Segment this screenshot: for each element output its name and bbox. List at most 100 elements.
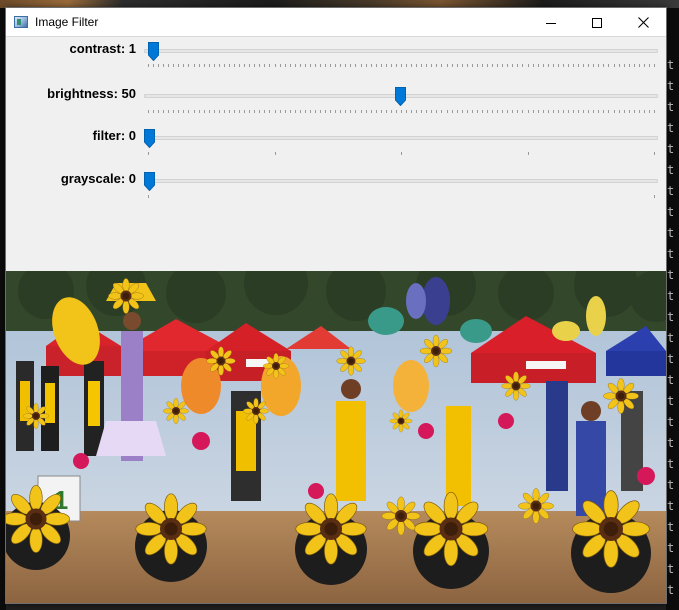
slider-tick — [396, 110, 397, 113]
slider-tick — [148, 110, 149, 113]
slider-tick — [214, 110, 215, 113]
slider-tick — [280, 64, 281, 67]
slider-tick — [447, 110, 448, 113]
slider-tick — [386, 64, 387, 67]
slider-tick — [528, 110, 529, 113]
slider-tick — [345, 110, 346, 113]
slider-tick — [482, 110, 483, 113]
slider-tick — [244, 64, 245, 67]
background-terminal-char: t — [667, 520, 675, 534]
slider-tick — [295, 110, 296, 113]
slider-tick — [619, 64, 620, 67]
background-terminal-char: t — [667, 121, 675, 135]
slider-tick — [452, 110, 453, 113]
filter-slider-ticks — [148, 152, 655, 156]
slider-tick — [568, 64, 569, 67]
slider-tick — [148, 64, 149, 67]
slider-tick — [654, 152, 655, 155]
slider-tick — [462, 64, 463, 67]
slider-tick — [401, 110, 402, 113]
contrast-slider-thumb[interactable] — [148, 42, 159, 61]
slider-tick — [598, 64, 599, 67]
minimize-button[interactable] — [528, 8, 574, 37]
slider-tick — [249, 64, 250, 67]
slider-tick — [593, 110, 594, 113]
background-terminal-char: t — [667, 289, 675, 303]
slider-tick — [512, 64, 513, 67]
slider-tick — [178, 110, 179, 113]
slider-tick — [416, 64, 417, 67]
slider-tick — [361, 64, 362, 67]
close-button[interactable] — [620, 8, 666, 37]
slider-tick — [543, 110, 544, 113]
slider-tick — [553, 64, 554, 67]
slider-tick — [472, 110, 473, 113]
slider-tick — [548, 110, 549, 113]
slider-tick — [183, 110, 184, 113]
contrast-slider-ticks — [148, 64, 655, 68]
slider-tick — [350, 64, 351, 67]
slider-tick — [163, 64, 164, 67]
slider-tick — [578, 110, 579, 113]
slider-tick — [158, 110, 159, 113]
brightness-slider-ticks — [148, 110, 655, 114]
slider-tick — [654, 64, 655, 67]
slider-tick — [447, 64, 448, 67]
slider-tick — [639, 110, 640, 113]
slider-tick — [361, 110, 362, 113]
slider-tick — [310, 110, 311, 113]
slider-tick — [300, 64, 301, 67]
background-terminal-char: t — [667, 58, 675, 72]
slider-tick — [325, 110, 326, 113]
slider-tick — [345, 64, 346, 67]
slider-tick — [467, 110, 468, 113]
slider-tick — [452, 64, 453, 67]
slider-tick — [249, 110, 250, 113]
slider-tick — [371, 110, 372, 113]
slider-tick — [264, 64, 265, 67]
slider-tick — [487, 110, 488, 113]
slider-tick — [391, 64, 392, 67]
contrast-label: contrast: 1 — [69, 41, 136, 56]
slider-tick — [335, 64, 336, 67]
slider-tick — [406, 110, 407, 113]
slider-tick — [183, 64, 184, 67]
slider-tick — [269, 64, 270, 67]
brightness-slider-thumb[interactable] — [395, 87, 406, 106]
grayscale-slider-row: grayscale: 0 — [6, 163, 666, 203]
slider-tick — [507, 64, 508, 67]
slider-tick — [497, 64, 498, 67]
grayscale-slider-track[interactable] — [144, 179, 658, 183]
filter-slider-thumb[interactable] — [144, 129, 155, 148]
slider-tick — [163, 110, 164, 113]
slider-tick — [502, 110, 503, 113]
slider-tick — [305, 64, 306, 67]
slider-tick — [199, 110, 200, 113]
slider-tick — [649, 110, 650, 113]
slider-tick — [239, 64, 240, 67]
slider-tick — [608, 64, 609, 67]
slider-tick — [355, 64, 356, 67]
grayscale-slider-thumb[interactable] — [144, 172, 155, 191]
background-terminal-char: t — [667, 583, 675, 597]
slider-tick — [178, 64, 179, 67]
grayscale-slider-ticks — [148, 195, 655, 199]
image-filter-window: Image Filter contrast: 1 brightness: 50 — [5, 7, 667, 604]
slider-tick — [497, 110, 498, 113]
slider-tick — [548, 64, 549, 67]
title-bar[interactable]: Image Filter — [6, 8, 666, 37]
contrast-slider-track[interactable] — [144, 49, 658, 53]
slider-tick — [426, 64, 427, 67]
background-terminal-char: t — [667, 562, 675, 576]
slider-tick — [199, 64, 200, 67]
slider-tick — [194, 64, 195, 67]
minimize-icon — [546, 22, 556, 24]
background-terminal-char: t — [667, 268, 675, 282]
slider-tick — [209, 110, 210, 113]
slider-tick — [538, 64, 539, 67]
slider-tick — [502, 64, 503, 67]
slider-tick — [320, 64, 321, 67]
maximize-button[interactable] — [574, 8, 620, 37]
filter-slider-track[interactable] — [144, 136, 658, 140]
slider-tick — [290, 64, 291, 67]
